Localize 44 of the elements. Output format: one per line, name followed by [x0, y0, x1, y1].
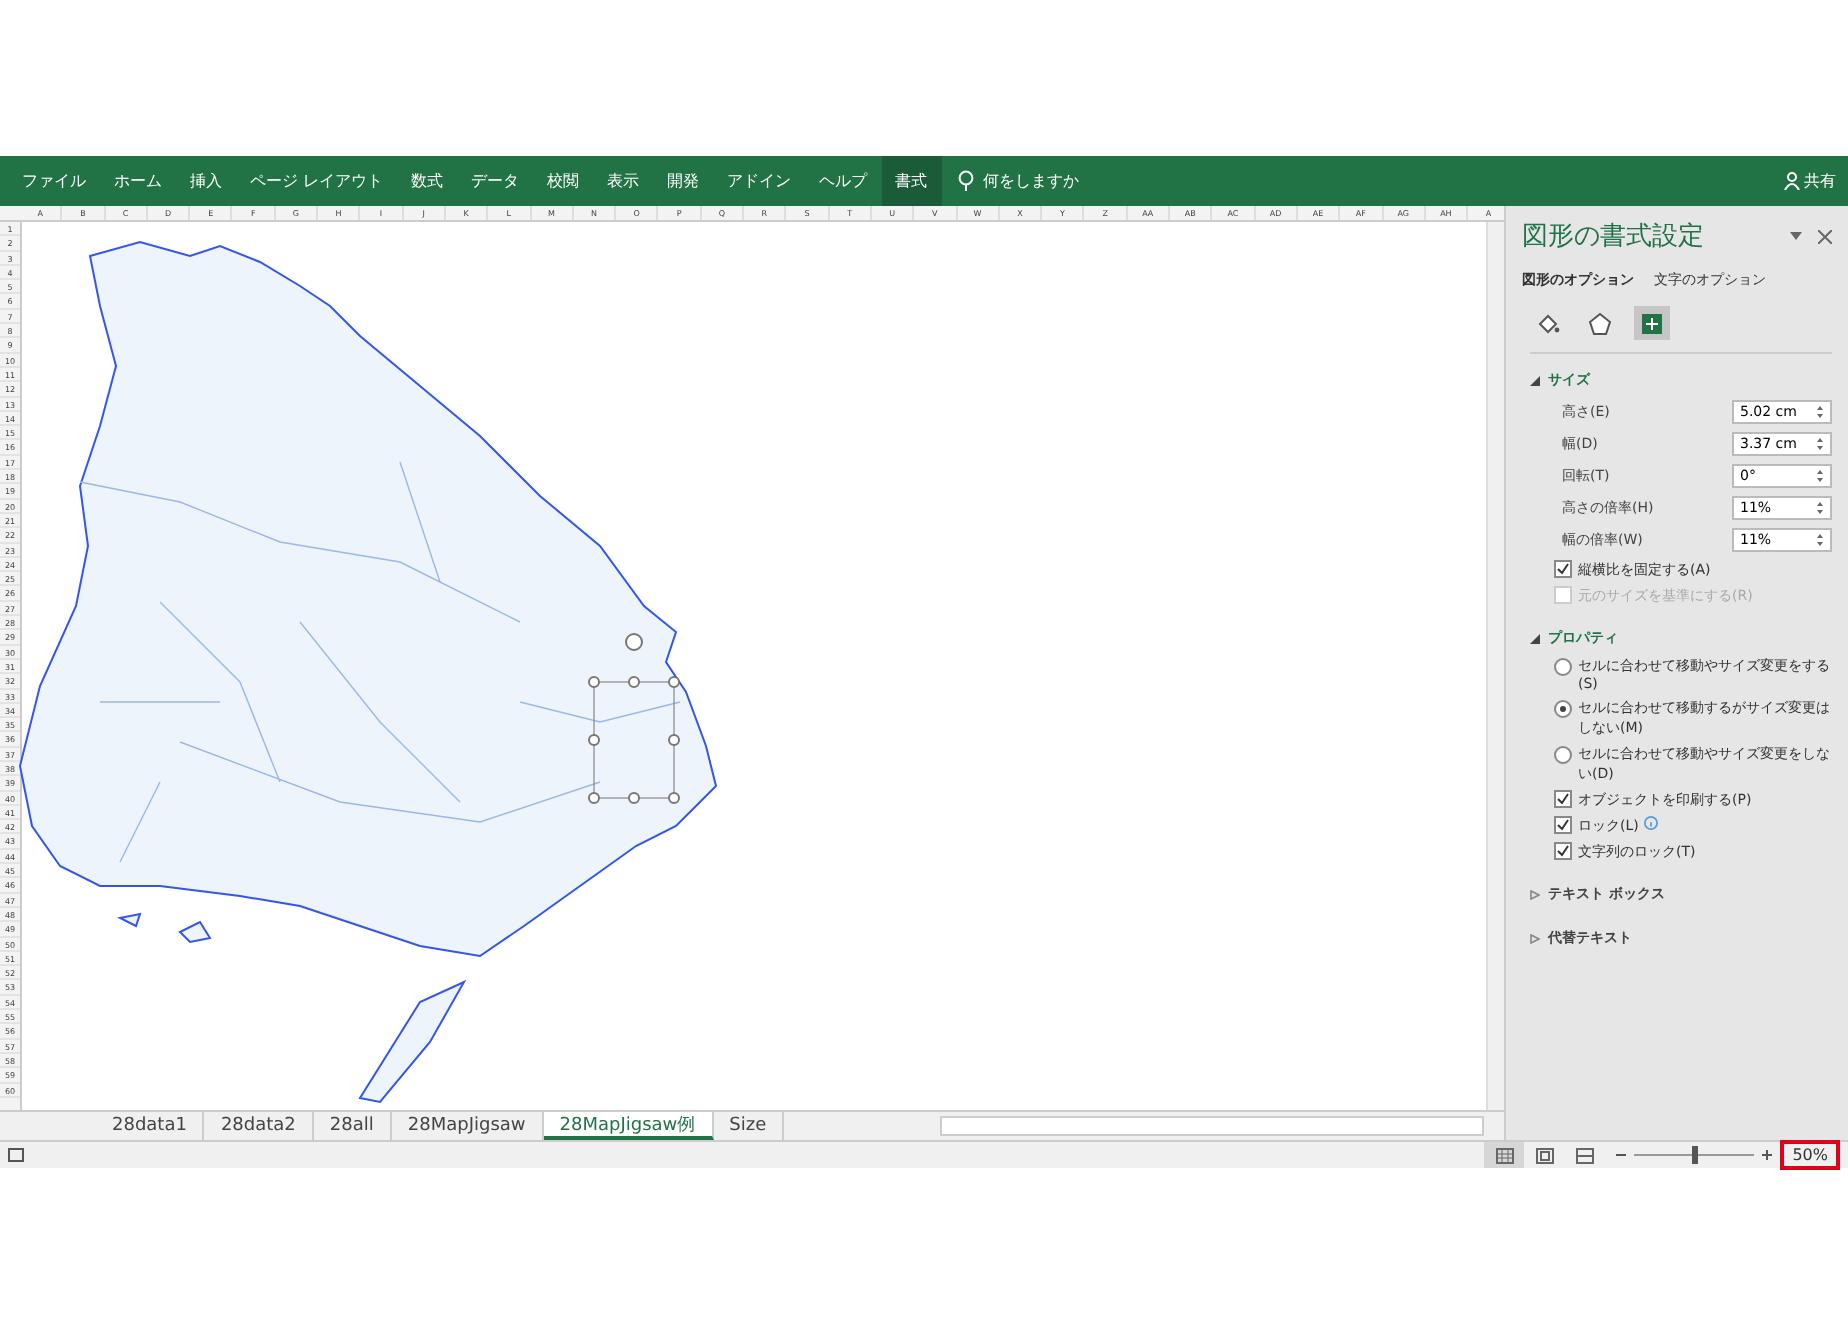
horizontal-scrollbar[interactable] — [940, 1116, 1484, 1136]
pane-title: 図形の書式設定 — [1522, 220, 1706, 254]
radio-button[interactable] — [1554, 746, 1572, 764]
sheet-tab[interactable]: 28MapJigsaw例 — [543, 1112, 714, 1140]
lightbulb-icon — [957, 170, 974, 192]
zoom-out-icon[interactable] — [1616, 1152, 1627, 1158]
spin-arrows-icon[interactable] — [1816, 436, 1824, 452]
person-icon — [1784, 172, 1800, 190]
spin-arrows-icon[interactable] — [1816, 500, 1824, 516]
selection-handles[interactable] — [588, 633, 680, 804]
macro-record-icon[interactable] — [8, 1148, 24, 1162]
expand-triangle-icon[interactable] — [1530, 375, 1540, 385]
zoom-slider-thumb[interactable] — [1691, 1146, 1698, 1164]
normal-view-icon[interactable] — [1484, 1142, 1525, 1168]
checkbox[interactable] — [1554, 816, 1572, 834]
spin-arrows-icon[interactable] — [1816, 532, 1824, 548]
ribbon-tab[interactable]: 開発 — [653, 156, 714, 206]
dropdown-icon[interactable] — [1790, 232, 1802, 240]
ribbon-tab[interactable]: アドイン — [713, 156, 806, 206]
checkbox[interactable] — [1554, 842, 1572, 860]
checkbox[interactable] — [1554, 560, 1572, 578]
spin-arrows-icon[interactable] — [1816, 468, 1824, 484]
ribbon-tab[interactable]: 挿入 — [176, 156, 236, 206]
ribbon-tab[interactable]: 書式 — [881, 156, 942, 206]
ribbon-tab[interactable]: 表示 — [593, 156, 654, 206]
ribbon-tab[interactable]: 校閲 — [533, 156, 594, 206]
vertical-scrollbar[interactable] — [1486, 222, 1504, 1110]
ribbon-tab[interactable]: 数式 — [397, 156, 458, 206]
ribbon-tab[interactable]: ページ レイアウト — [236, 156, 398, 206]
expand-triangle-icon[interactable] — [1530, 633, 1540, 643]
ribbon-tab[interactable]: ホーム — [100, 156, 176, 206]
ribbon-tab[interactable]: ファイル — [8, 156, 100, 206]
radio-button[interactable] — [1554, 700, 1572, 718]
zoom-level[interactable]: 50% — [1780, 1140, 1840, 1170]
ribbon-tab[interactable]: ヘルプ — [805, 156, 882, 206]
size-icon[interactable] — [1634, 306, 1670, 340]
radio-button[interactable] — [1554, 658, 1572, 676]
ribbon-tab[interactable]: データ — [457, 156, 534, 206]
spin-arrows-icon[interactable] — [1816, 404, 1824, 420]
share-button[interactable]: 共有 — [1804, 170, 1836, 192]
close-icon[interactable] — [1818, 229, 1832, 243]
tell-me-field[interactable]: 何をしますか — [983, 170, 1080, 192]
zoom-in-icon[interactable] — [1762, 1150, 1773, 1160]
checkbox[interactable] — [1554, 790, 1572, 808]
